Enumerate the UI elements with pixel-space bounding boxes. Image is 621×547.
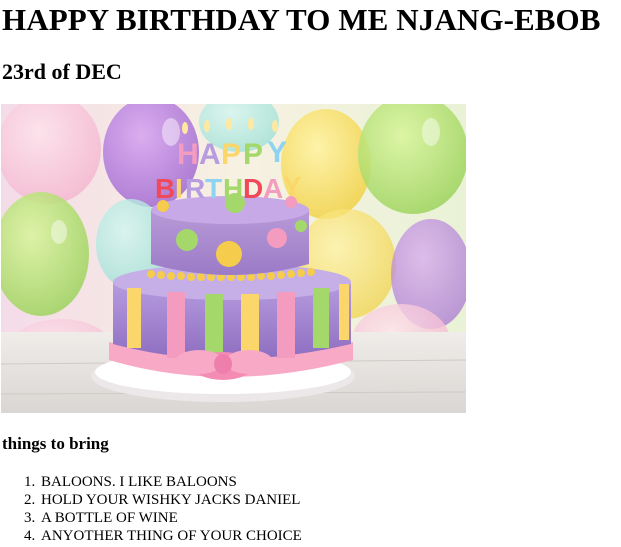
list-item: 4. ANYOTHER THING OF YOUR CHOICE (24, 527, 302, 545)
list-heading: things to bring (2, 434, 109, 453)
list-item-text: A BOTTLE OF WINE (41, 510, 178, 526)
list-item: 2. HOLD YOUR WISHKY JACKS DANIEL (24, 491, 302, 509)
date-heading: 23rd of DEC (2, 59, 122, 84)
list-item-text: BALOONS. I LIKE BALOONS (41, 474, 237, 490)
svg-text:A: A (199, 138, 221, 171)
list-item-text: ANYOTHER THING OF YOUR CHOICE (41, 528, 302, 544)
page: HAPPY BIRTHDAY TO ME NJANG-EBOB 23rd of … (0, 0, 621, 547)
list-item-number: 1. (24, 474, 36, 490)
svg-text:H: H (177, 138, 199, 171)
list-item-number: 3. (24, 510, 36, 526)
svg-text:I: I (175, 173, 183, 204)
page-title: HAPPY BIRTHDAY TO ME NJANG-EBOB (2, 2, 601, 37)
things-to-bring-list: 1. BALOONS. I LIKE BALOONS 2. HOLD YOUR … (24, 473, 302, 545)
svg-text:P: P (221, 138, 241, 171)
svg-text:B: B (155, 173, 175, 204)
list-item: 1. BALOONS. I LIKE BALOONS (24, 473, 302, 491)
svg-text:A: A (263, 173, 283, 204)
list-item: 3. A BOTTLE OF WINE (24, 509, 302, 527)
svg-text:H: H (223, 173, 243, 204)
birthday-cake-image: H A P P Y B I R T H D A Y (1, 104, 466, 413)
svg-text:D: D (243, 173, 263, 204)
svg-text:Y: Y (283, 171, 302, 202)
list-item-number: 4. (24, 528, 36, 544)
list-item-text: HOLD YOUR WISHKY JACKS DANIEL (41, 492, 301, 508)
list-item-number: 2. (24, 492, 36, 508)
svg-text:P: P (243, 138, 263, 171)
svg-text:Y: Y (267, 136, 287, 169)
svg-text:T: T (205, 173, 222, 204)
svg-text:R: R (185, 173, 205, 204)
